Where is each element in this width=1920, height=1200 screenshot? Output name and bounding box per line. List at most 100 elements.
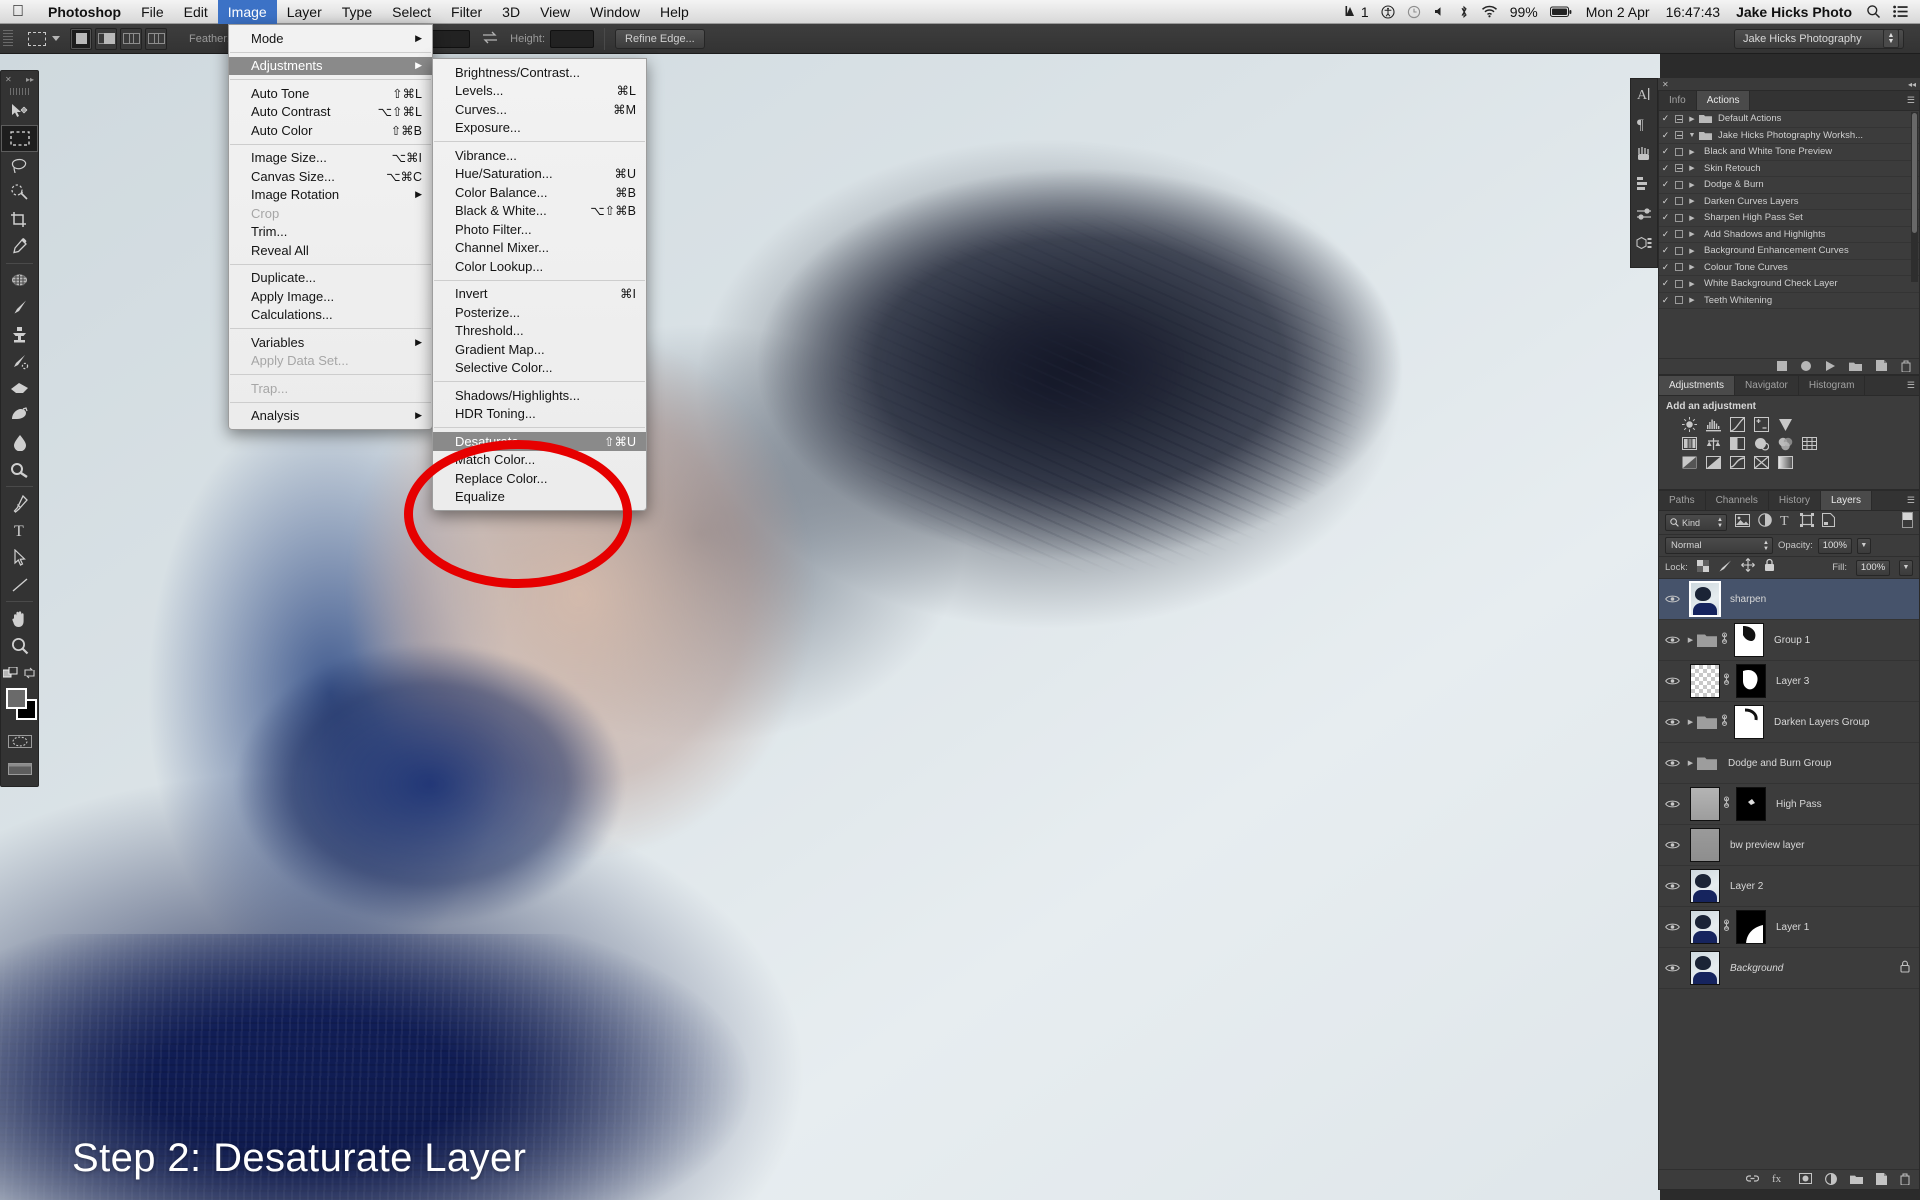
- line-tool[interactable]: [1, 571, 38, 598]
- menu-item-image-rotation[interactable]: Image Rotation ▶: [229, 186, 432, 205]
- notification-center-icon[interactable]: [1887, 5, 1920, 18]
- dock-close-icon[interactable]: ✕: [1662, 80, 1669, 89]
- new-selection-button[interactable]: [70, 27, 92, 50]
- accessibility-icon[interactable]: [1375, 4, 1401, 19]
- action-toggle-checkbox[interactable]: ✓: [1659, 295, 1672, 306]
- action-modal-toggle[interactable]: [1672, 197, 1685, 206]
- layer-style-icon[interactable]: fx: [1772, 1173, 1786, 1186]
- action-row[interactable]: ✓ ▶ Sharpen High Pass Set: [1659, 210, 1919, 227]
- photo-filter-icon[interactable]: [1753, 436, 1770, 451]
- brush-tool[interactable]: [1, 294, 38, 321]
- layers-panel-menu-icon[interactable]: ☰: [1907, 495, 1915, 506]
- brush-presets-icon[interactable]: [1631, 139, 1657, 169]
- chevron-right-icon[interactable]: ▶: [1685, 759, 1696, 767]
- action-modal-toggle[interactable]: [1672, 246, 1685, 255]
- menu-item-canvas-size[interactable]: Canvas Size... ⌥⌘C: [229, 167, 432, 186]
- clone-stamp-tool[interactable]: [1, 321, 38, 348]
- quick-selection-tool[interactable]: [1, 179, 38, 206]
- gradient-map-icon[interactable]: [1753, 455, 1770, 470]
- dock-header[interactable]: ✕ ◂◂: [1658, 78, 1920, 90]
- collapse-icon[interactable]: ✕: [5, 75, 12, 84]
- menu-item-photo-filter[interactable]: Photo Filter...: [433, 220, 646, 239]
- tab-histogram[interactable]: Histogram: [1798, 376, 1866, 395]
- layer-visibility-eye-icon[interactable]: [1659, 881, 1685, 891]
- menu-edit[interactable]: Edit: [174, 0, 218, 24]
- menu-window[interactable]: Window: [580, 0, 650, 24]
- vibrance-icon[interactable]: [1777, 417, 1794, 432]
- chevron-down-icon[interactable]: ▼: [1685, 132, 1699, 139]
- action-toggle-checkbox[interactable]: ✓: [1659, 196, 1672, 207]
- 3d-panel-icon[interactable]: [1631, 229, 1657, 259]
- filter-pixel-icon[interactable]: [1735, 513, 1750, 532]
- layer-visibility-eye-icon[interactable]: [1659, 963, 1685, 973]
- tool-preset-chevron-down-icon[interactable]: [52, 36, 60, 41]
- eyedropper-tool[interactable]: [1, 233, 38, 260]
- action-toggle-checkbox[interactable]: ✓: [1659, 113, 1672, 124]
- type-tool[interactable]: T: [1, 517, 38, 544]
- dock-collapse-icon[interactable]: ◂◂: [1908, 80, 1916, 89]
- filter-shape-icon[interactable]: [1800, 513, 1814, 532]
- zoom-tool[interactable]: [1, 632, 38, 659]
- type-panel-icon[interactable]: A: [1631, 79, 1657, 109]
- menu-item-variables[interactable]: Variables ▶: [229, 333, 432, 352]
- adjustments-panel-menu-icon[interactable]: ☰: [1907, 380, 1915, 391]
- layer-mask-thumbnail[interactable]: [1736, 664, 1766, 698]
- blend-mode-select[interactable]: Normal ▲ ▼: [1665, 537, 1773, 554]
- play-icon[interactable]: [1825, 360, 1835, 373]
- action-row[interactable]: ✓ ▶ Add Shadows and Highlights: [1659, 227, 1919, 243]
- action-modal-toggle[interactable]: [1672, 164, 1685, 173]
- action-row[interactable]: ✓ ▶ Black and White Tone Preview: [1659, 144, 1919, 161]
- selective-color-icon[interactable]: [1777, 455, 1794, 470]
- menu-select[interactable]: Select: [382, 0, 441, 24]
- layer-thumbnail[interactable]: [1690, 787, 1720, 821]
- actions-panel-menu-icon[interactable]: ☰: [1907, 95, 1915, 106]
- chevron-right-icon[interactable]: ▶: [1685, 115, 1699, 123]
- chevron-right-icon[interactable]: ▶: [1685, 148, 1699, 156]
- action-toggle-checkbox[interactable]: ✓: [1659, 212, 1672, 223]
- black-white-icon[interactable]: [1729, 436, 1746, 451]
- action-row[interactable]: ✓ ▼ Jake Hicks Photography Worksh...: [1659, 128, 1919, 144]
- action-toggle-checkbox[interactable]: ✓: [1659, 278, 1672, 289]
- layer-mask-link-icon[interactable]: [1720, 796, 1733, 812]
- chevron-right-icon[interactable]: ▶: [1685, 164, 1699, 172]
- lock-all-icon[interactable]: [1764, 558, 1775, 577]
- add-to-selection-button[interactable]: [95, 27, 117, 50]
- layer-row[interactable]: ▶ Dodge and Burn Group: [1659, 743, 1919, 784]
- layer-visibility-eye-icon[interactable]: [1659, 594, 1685, 604]
- filter-toggle-switch[interactable]: [1902, 512, 1913, 533]
- menubar-user[interactable]: Jake Hicks Photo: [1728, 0, 1860, 24]
- fill-value[interactable]: 100%: [1856, 559, 1890, 576]
- action-modal-toggle[interactable]: [1672, 263, 1685, 272]
- chevron-right-icon[interactable]: ▶: [1685, 181, 1699, 189]
- menu-3d[interactable]: 3D: [492, 0, 530, 24]
- menu-item-analysis[interactable]: Analysis ▶: [229, 407, 432, 426]
- chevron-right-icon[interactable]: ▶: [1685, 636, 1696, 644]
- layer-thumbnail[interactable]: [1690, 664, 1720, 698]
- layer-row[interactable]: Layer 2: [1659, 866, 1919, 907]
- stop-icon[interactable]: [1777, 360, 1787, 373]
- wifi-icon[interactable]: [1475, 5, 1504, 18]
- menu-item-image-size[interactable]: Image Size... ⌥⌘I: [229, 149, 432, 168]
- lasso-tool[interactable]: [1, 152, 38, 179]
- color-balance-icon[interactable]: [1705, 436, 1722, 451]
- intersect-selection-button[interactable]: [145, 27, 167, 50]
- curves-icon[interactable]: [1729, 417, 1746, 432]
- actions-scrollbar[interactable]: [1911, 112, 1918, 282]
- filter-adjustment-icon[interactable]: [1758, 513, 1772, 532]
- adjustments-submenu-dropdown[interactable]: Brightness/Contrast... Levels... ⌘L Curves.…: [432, 58, 647, 511]
- menu-item-posterize[interactable]: Posterize...: [433, 303, 646, 322]
- hand-tool[interactable]: [1, 605, 38, 632]
- exposure-icon[interactable]: [1753, 417, 1770, 432]
- battery-icon[interactable]: [1544, 5, 1578, 18]
- menu-item-selective-color[interactable]: Selective Color...: [433, 359, 646, 378]
- action-toggle-checkbox[interactable]: ✓: [1659, 146, 1672, 157]
- action-toggle-checkbox[interactable]: ✓: [1659, 130, 1672, 141]
- action-row[interactable]: ✓ ▶ Colour Tone Curves: [1659, 260, 1919, 276]
- menu-item-hue-saturation[interactable]: Hue/Saturation... ⌘U: [433, 165, 646, 184]
- layer-thumbnail[interactable]: [1690, 869, 1720, 903]
- menu-item-curves[interactable]: Curves... ⌘M: [433, 100, 646, 119]
- eraser-tool[interactable]: [1, 375, 38, 402]
- delete-icon[interactable]: [1901, 360, 1911, 374]
- action-row[interactable]: ✓ ▶ Skin Retouch: [1659, 161, 1919, 177]
- menu-item-brightness-contrast[interactable]: Brightness/Contrast...: [433, 63, 646, 82]
